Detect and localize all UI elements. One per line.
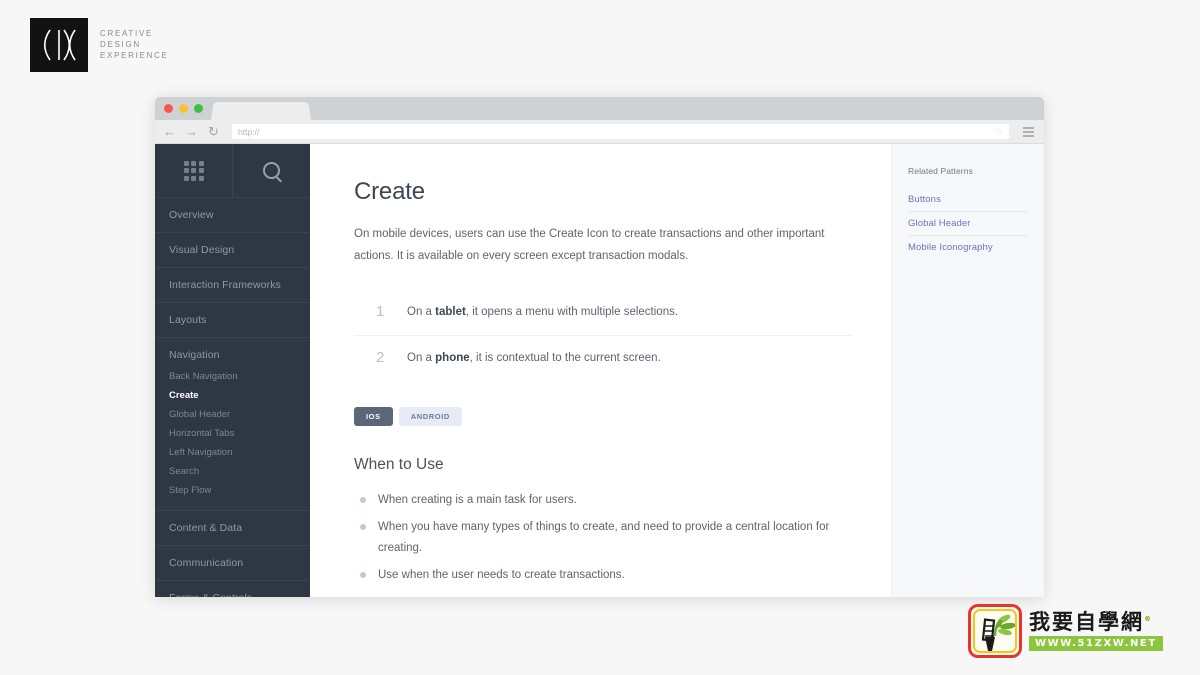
related-link-global-header[interactable]: Global Header — [908, 212, 1028, 236]
brand-line-3: EXPERIENCE — [100, 51, 169, 60]
sidebar-subitem-horizontal-tabs[interactable]: Horizontal Tabs — [155, 424, 310, 443]
sidebar-item-visual-design[interactable]: Visual Design — [155, 233, 310, 268]
related-patterns-title: Related Patterns — [908, 166, 973, 176]
list-text: On a tablet, it opens a menu with multip… — [407, 304, 678, 321]
sidebar-subitem-back-navigation[interactable]: Back Navigation — [155, 367, 310, 386]
sidebar-subitem-global-header[interactable]: Global Header — [155, 405, 310, 424]
when-to-use-list: When creating is a main task for users. … — [354, 490, 853, 585]
watermark-logo-icon — [968, 604, 1022, 658]
list-item: Use when the user needs to create transa… — [354, 565, 853, 585]
maximize-window-button[interactable] — [194, 104, 203, 113]
window-controls[interactable] — [164, 104, 203, 113]
address-bar-text: http:// — [238, 126, 260, 137]
tab-ios[interactable]: IOS — [354, 407, 393, 427]
numbered-list: 1 On a tablet, it opens a menu with mult… — [354, 290, 853, 382]
tab-android[interactable]: ANDROID — [398, 407, 462, 427]
when-to-use-heading: When to Use — [354, 456, 444, 474]
watermark-brand-name: 我要自學網® — [1029, 609, 1153, 634]
sidebar-search-button[interactable] — [233, 144, 310, 197]
page-body: Overview Visual Design Interaction Frame… — [155, 144, 1044, 597]
watermark-plant-icon — [981, 614, 1016, 651]
numbered-list-item: 2 On a phone, it is contextual to the cu… — [354, 336, 853, 381]
sidebar-item-forms-and-controls[interactable]: Forms & Controls — [155, 581, 310, 597]
platform-tabs: IOS ANDROID — [354, 407, 853, 427]
sidebar-apps-button[interactable] — [155, 144, 233, 197]
bookmark-star-icon[interactable]: ☆ — [995, 126, 1004, 137]
watermark-registered-mark: ® — [1144, 614, 1153, 623]
list-text-post: , it is contextual to the current screen… — [469, 352, 661, 365]
list-text-pre: On a — [407, 352, 436, 365]
list-number: 2 — [376, 349, 385, 367]
list-text-post: , it opens a menu with multiple selectio… — [465, 305, 679, 318]
watermark: 我要自學網® WWW.51ZXW.NET — [968, 600, 1168, 662]
address-bar[interactable]: http:// ☆ — [232, 124, 1009, 139]
watermark-text: 我要自學網® WWW.51ZXW.NET — [1029, 609, 1163, 652]
sidebar-subnav-navigation: Back Navigation Create Global Header Hor… — [155, 367, 310, 511]
sidebar-item-navigation[interactable]: Navigation — [155, 338, 310, 367]
minimize-window-button[interactable] — [179, 104, 188, 113]
back-icon[interactable]: ← — [163, 125, 176, 138]
list-item: When you have many types of things to cr… — [354, 517, 853, 557]
sidebar-item-communication[interactable]: Communication — [155, 546, 310, 581]
sidebar-item-content-and-data[interactable]: Content & Data — [155, 511, 310, 546]
numbered-list-item: 1 On a tablet, it opens a menu with mult… — [354, 290, 853, 337]
brand-mark-icon — [30, 18, 88, 72]
brand-line-2: DESIGN — [100, 40, 141, 49]
sidebar-subitem-step-flow[interactable]: Step Flow — [155, 481, 310, 500]
sidebar-top-bar — [155, 144, 310, 198]
page-title: Create — [354, 178, 425, 205]
list-number: 1 — [376, 302, 385, 320]
main-content: Create On mobile devices, users can use … — [310, 144, 891, 597]
left-sidebar: Overview Visual Design Interaction Frame… — [155, 144, 310, 597]
brand-line-1: CREATIVE — [100, 29, 154, 38]
list-text-bold: tablet — [435, 305, 466, 318]
search-icon — [263, 162, 280, 179]
reload-icon[interactable]: ↻ — [207, 125, 220, 138]
list-item: When creating is a main task for users. — [354, 490, 853, 510]
sidebar-item-interaction-frameworks[interactable]: Interaction Frameworks — [155, 268, 310, 303]
related-link-mobile-iconography[interactable]: Mobile Iconography — [908, 236, 1028, 259]
sidebar-item-layouts[interactable]: Layouts — [155, 303, 310, 338]
related-link-buttons[interactable]: Buttons — [908, 188, 1028, 212]
sidebar-subitem-search[interactable]: Search — [155, 462, 310, 481]
forward-icon[interactable]: → — [185, 125, 198, 138]
close-window-button[interactable] — [164, 104, 173, 113]
browser-toolbar: ← → ↻ http:// ☆ — [155, 120, 1044, 144]
menu-hamburger-icon[interactable] — [1021, 126, 1036, 137]
brand-logo: CREATIVE DESIGN EXPERIENCE — [30, 18, 169, 72]
list-text: On a phone, it is contextual to the curr… — [407, 350, 661, 367]
list-text-bold: phone — [435, 352, 470, 365]
sidebar-subitem-left-navigation[interactable]: Left Navigation — [155, 443, 310, 462]
browser-tabbar — [155, 97, 1044, 120]
browser-window: ← → ↻ http:// ☆ Overview Visual Design I… — [155, 97, 1044, 597]
brand-wordmark: CREATIVE DESIGN EXPERIENCE — [100, 30, 169, 60]
watermark-url: WWW.51ZXW.NET — [1029, 636, 1163, 652]
intro-paragraph: On mobile devices, users can use the Cre… — [354, 228, 825, 263]
grid-icon — [183, 160, 204, 181]
related-patterns-panel: Related Patterns Buttons Global Header M… — [891, 144, 1044, 597]
browser-tab[interactable] — [211, 102, 311, 120]
list-text-pre: On a — [407, 305, 436, 318]
sidebar-item-overview[interactable]: Overview — [155, 198, 310, 233]
sidebar-subitem-create[interactable]: Create — [155, 386, 310, 405]
